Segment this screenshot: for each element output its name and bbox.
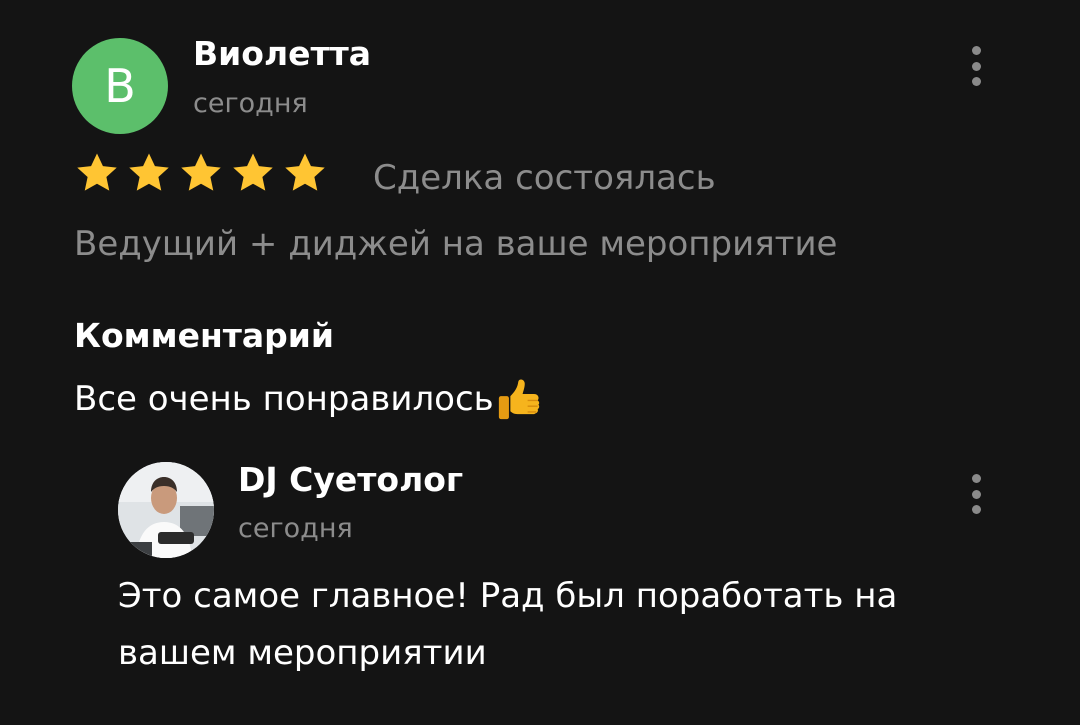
star-icon <box>77 153 117 191</box>
more-vertical-icon <box>971 46 981 55</box>
author-name[interactable]: Виолетта <box>193 34 371 73</box>
rating-stars <box>74 150 328 196</box>
reply-author-name[interactable]: DJ Суетолог <box>238 460 463 499</box>
reply-author-avatar[interactable] <box>118 462 214 558</box>
reply-more-button[interactable] <box>964 474 988 514</box>
review-date: сегодня <box>193 88 308 119</box>
author-avatar[interactable]: В <box>72 38 168 134</box>
more-dot <box>971 489 981 499</box>
star-icon <box>233 153 273 191</box>
comment-body: Все очень понравилось <box>74 379 494 419</box>
more-vertical-icon <box>971 474 981 483</box>
star-icon <box>181 153 221 191</box>
star-icon <box>129 153 169 191</box>
review-card: В Виолетта сегодня Сделка состоялась Вед… <box>0 0 1080 725</box>
reply-text: Это самое главное! Рад был поработать на… <box>118 576 898 673</box>
star-icon <box>285 153 325 191</box>
reply-avatar-photo <box>118 462 214 558</box>
thumbs-up-icon <box>498 379 539 420</box>
deal-status: Сделка состоялась <box>373 158 716 198</box>
more-dot <box>971 77 981 86</box>
more-dot <box>971 505 981 514</box>
author-initial: В <box>104 59 136 113</box>
comment-label: Комментарий <box>74 316 335 355</box>
reply-date: сегодня <box>238 513 353 544</box>
service-title[interactable]: Ведущий + диджей на ваше мероприятие <box>74 224 837 264</box>
more-dot <box>971 61 981 71</box>
comment-text: Все очень понравилось <box>74 376 542 422</box>
review-more-button[interactable] <box>964 46 988 86</box>
